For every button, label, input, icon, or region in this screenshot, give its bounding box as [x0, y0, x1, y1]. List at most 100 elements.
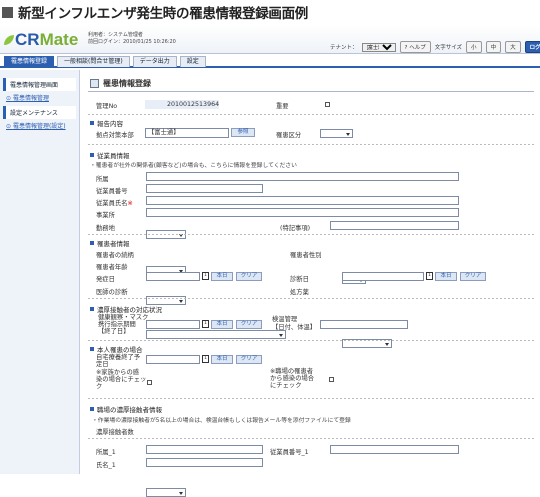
divider	[88, 340, 534, 341]
diagnosis-clear-button[interactable]: クリア	[460, 272, 486, 281]
calendar-icon[interactable]: 1	[202, 320, 209, 328]
calendar-icon[interactable]: 1	[202, 355, 209, 363]
last-login: 前回ログイン：2010/01/25 10:26:20	[88, 39, 176, 45]
mask-clear-button[interactable]: クリア	[236, 320, 262, 329]
title-divider	[88, 91, 534, 92]
sidebar-section-maintenance: 設定メンテナンス	[3, 106, 76, 119]
help-button[interactable]: ? ヘルプ	[399, 41, 431, 53]
home-today-button[interactable]: 本日	[211, 355, 233, 364]
special-input[interactable]	[330, 221, 459, 230]
workplace-infection-line2: から感染の場合	[270, 375, 315, 382]
diagnosis-date-label: 診断日	[290, 276, 309, 283]
calendar-icon[interactable]: 1	[202, 272, 209, 280]
emp-no-label: 従業員番号	[96, 188, 128, 195]
class-select[interactable]	[320, 129, 353, 138]
onset-today-button[interactable]: 本日	[211, 272, 233, 281]
emp-name-input[interactable]	[146, 196, 459, 205]
dept-label: 所属	[96, 176, 109, 183]
self-section-title: 本人罹患の場合	[97, 346, 143, 354]
reference-button[interactable]: 参照	[231, 128, 255, 137]
dept1-label: 所属_1	[96, 449, 116, 456]
family-label-line3: ク	[96, 383, 103, 390]
important-checkbox[interactable]	[325, 102, 330, 107]
crmate-logo: CRMate	[4, 30, 78, 50]
form-icon	[90, 79, 99, 88]
sidebar-item-label: 罹患情報管理	[12, 95, 49, 102]
dept-input[interactable]	[146, 172, 459, 181]
contact-count-select[interactable]	[146, 488, 186, 497]
user-info: 利用者：システム管理者 前回ログイン：2010/01/25 10:26:20	[88, 32, 176, 46]
divider	[88, 114, 534, 115]
family-label-line1: ※家族からの感	[96, 369, 140, 376]
family-label: ※家族からの感 染の場合にチェック	[96, 369, 146, 390]
doctor-label: 医師の診断	[96, 289, 128, 296]
tenant-label: テナント：	[330, 45, 358, 51]
self-section: 本人罹患の場合	[90, 344, 143, 354]
emp-no-input[interactable]	[146, 184, 263, 193]
main-nav: 罹患情報登録 一般相談(問合せ管理) データ出力 設定	[0, 55, 540, 68]
divider	[88, 398, 534, 399]
tab-settings[interactable]: 設定	[179, 56, 206, 67]
user-name: 利用者：システム管理者	[88, 32, 143, 38]
mgmt-no-label: 管理No	[96, 103, 118, 110]
font-size-label: 文字サイズ	[434, 45, 463, 51]
emp-name-text: 従業員氏名	[96, 200, 128, 207]
page-title-text: 罹患情報登録	[103, 79, 151, 88]
tenant-select[interactable]: [富士通]	[361, 42, 396, 52]
mask-today-button[interactable]: 本日	[211, 320, 233, 329]
home-date-input[interactable]	[146, 355, 200, 364]
tab-general-consult[interactable]: 一般相談(問合せ管理)	[57, 56, 130, 67]
font-mid-button[interactable]: 中	[485, 41, 502, 53]
family-checkbox[interactable]	[147, 380, 152, 385]
workplace-infection-label: ※職場の罹患者 から感染の場合 にチェック	[270, 368, 314, 389]
diagnosis-today-button[interactable]: 本日	[435, 272, 457, 281]
bullet-icon: ⊙	[6, 123, 13, 130]
section-marker-icon	[90, 121, 94, 125]
home-label: 自宅療養終了予 定日	[96, 354, 140, 368]
name1-input[interactable]	[146, 458, 263, 467]
dept1-input[interactable]	[146, 445, 263, 454]
health-label-line2: 【日付、体温】	[272, 324, 317, 331]
contact-section-title: 濃厚接触者の対応状況	[97, 306, 162, 314]
relation-label: 罹患者の続柄	[96, 252, 134, 259]
logout-button[interactable]: ログアウト	[524, 41, 540, 53]
health-label: 検温管理 【日付、体温】	[272, 316, 316, 332]
calendar-icon[interactable]: 1	[426, 272, 433, 280]
work-label: 勤務地	[96, 225, 115, 232]
health-input[interactable]	[320, 320, 408, 329]
emp-note: ・罹患者が社外の関係者(顧客など)の場合も、こちらに情報を登録してください	[90, 163, 297, 169]
class-label: 罹患区分	[276, 132, 302, 139]
onset-clear-button[interactable]: クリア	[236, 272, 262, 281]
office-input[interactable]	[146, 208, 459, 217]
home-clear-button[interactable]: クリア	[236, 355, 262, 364]
sidebar-item-management[interactable]: ⊙ 罹患情報管理	[0, 91, 79, 104]
age-label: 罹患者年齢	[96, 264, 128, 271]
empno1-input[interactable]	[330, 445, 459, 454]
section-marker-icon	[90, 307, 94, 311]
mask-label: 健康観察・マスク 携行指示期間 【終了日】	[98, 314, 148, 335]
font-small-button[interactable]: 小	[466, 41, 482, 53]
logo-cr: CR	[15, 30, 40, 49]
onset-input[interactable]	[146, 272, 200, 281]
font-large-button[interactable]: 大	[505, 41, 521, 53]
sidebar-item-settings[interactable]: ⊙ 罹患情報管理(設定)	[0, 119, 79, 132]
diagnosis-date-input[interactable]	[342, 272, 424, 281]
doctor-select[interactable]	[146, 330, 286, 339]
tab-illness-register[interactable]: 罹患情報登録	[4, 56, 55, 67]
section-marker-icon	[90, 241, 94, 245]
tab-data-output[interactable]: データ出力	[132, 56, 177, 67]
family-label-line2: 染の場合にチェッ	[96, 376, 147, 383]
base-input[interactable]: 【富士通】	[145, 128, 229, 138]
workplace-infection-checkbox[interactable]	[329, 377, 334, 382]
caption-text: 新型インフルエンザ発生時の罹患情報登録画面例	[18, 6, 308, 22]
home-label-line2: 定日	[96, 361, 109, 368]
sidebar-item-label: 罹患情報管理(設定)	[12, 123, 66, 130]
divider	[88, 234, 534, 235]
leaf-icon	[4, 35, 14, 45]
special-label: (特記事項)	[280, 225, 311, 232]
required-mark: ※	[127, 200, 133, 207]
sidebar-section-management: 罹患情報管理画面	[3, 78, 76, 91]
mask-date-input[interactable]	[146, 320, 200, 329]
emp-section-title: 従業員情報	[97, 152, 130, 160]
bullet-icon: ⊙	[6, 95, 13, 102]
